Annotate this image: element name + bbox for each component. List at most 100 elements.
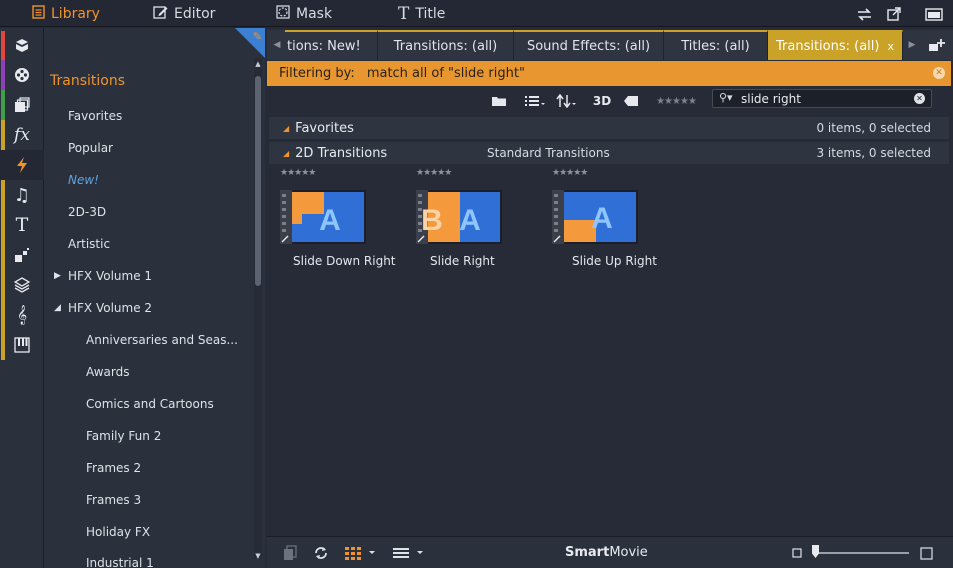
expand-arrow-icon[interactable]: ▶ (54, 271, 61, 281)
library-tab[interactable]: Library (32, 0, 100, 27)
sort-icon[interactable] (555, 92, 579, 110)
sidebar-item-new[interactable]: New! (68, 170, 99, 190)
mask-tab[interactable]: Mask (276, 0, 332, 27)
treble-clef-icon[interactable]: 𝄞 (0, 300, 44, 330)
library-browser: ◀ tions: New! Transitions: (all) Sound E… (267, 28, 953, 568)
tab-transitions-all[interactable]: Transitions: (all) (378, 30, 514, 60)
tab-label: tions: New! (287, 38, 361, 54)
section-2d-transitions[interactable]: ◢ 2D Transitions Standard Transitions 3 … (269, 142, 949, 164)
tab-label: Sound Effects: (all) (526, 38, 651, 54)
filter-text: match all of "slide right" (366, 66, 525, 81)
library-icon (32, 4, 45, 23)
music-note-icon[interactable]: ♫ (0, 180, 44, 210)
svg-text:A: A (319, 204, 341, 237)
sidebar-item-hfx-volume-1[interactable]: HFX Volume 1 (68, 266, 152, 286)
zoom-slider-track[interactable] (817, 552, 909, 554)
tab-label: Transitions: (all) (775, 38, 880, 54)
sidebar-item-artistic[interactable]: Artistic (68, 234, 110, 254)
piano-keys-icon[interactable] (0, 330, 44, 360)
add-tab-icon[interactable] (925, 30, 949, 60)
transitions-lightning-icon[interactable] (0, 150, 44, 180)
sidebar-scrollbar[interactable]: ▲ ▼ (254, 58, 262, 560)
scrollbar-thumb[interactable] (255, 76, 261, 286)
tab-label: Transitions: (all) (393, 38, 498, 54)
clear-filter-icon[interactable]: ✕ (933, 67, 945, 79)
sidebar-item-frames-2[interactable]: Frames 2 (86, 458, 141, 478)
item-rating-stars[interactable]: ★★★★★ (416, 168, 452, 178)
film-reel-icon[interactable] (0, 60, 44, 90)
top-menu-bar: Library Editor Mask T Title (0, 0, 953, 27)
item-rating-stars[interactable]: ★★★★★ (280, 168, 316, 178)
sidebar-item-frames-3[interactable]: Frames 3 (86, 490, 141, 510)
sidebar-item-industrial-1[interactable]: Industrial 1 (86, 553, 154, 568)
tab-close-icon[interactable]: x (887, 40, 894, 53)
category-rail: fx ♫ T 𝄞 (0, 28, 44, 568)
titles-t-icon[interactable]: T (0, 210, 44, 240)
rating-filter-stars[interactable]: ★★★★★ (651, 92, 701, 110)
layers-icon[interactable] (0, 270, 44, 300)
tab-new[interactable]: tions: New! (285, 30, 378, 60)
sidebar-item-hfx-volume-2[interactable]: HFX Volume 2 (68, 298, 152, 318)
copy-icon[interactable] (281, 544, 299, 562)
sidebar-item-popular[interactable]: Popular (68, 138, 113, 158)
mask-label: Mask (296, 5, 333, 22)
folder-icon[interactable] (489, 92, 509, 110)
sidebar-item-favorites[interactable]: Favorites (68, 106, 122, 126)
svg-text:B: B (421, 204, 443, 237)
app-window: Library Editor Mask T Title fx ♫ T 𝄞 ✎ T… (0, 0, 953, 568)
clear-search-icon[interactable]: ✕ (914, 93, 925, 104)
section-count: 0 items, 0 selected (816, 121, 931, 135)
sidebar-item-holiday-fx[interactable]: Holiday FX (86, 522, 150, 542)
editor-tab[interactable]: Editor (153, 0, 215, 27)
search-icon[interactable]: ⚲▾ (719, 91, 733, 104)
library-sidebar: ✎ Transitions Favorites Popular New! 2D-… (44, 28, 265, 568)
sidebar-item-anniversaries[interactable]: Anniversaries and Seas... (86, 330, 238, 350)
transition-item-slide-right[interactable]: ★★★★★ B A Slide Right (403, 168, 523, 278)
scroll-up-icon[interactable]: ▲ (254, 60, 262, 68)
title-t-icon: T (398, 3, 410, 24)
transition-item-slide-up-right[interactable]: ★★★★★ A Slide Up Right (539, 168, 659, 278)
tab-titles-all[interactable]: Titles: (all) (664, 30, 768, 60)
sidebar-item-awards[interactable]: Awards (86, 362, 129, 382)
tab-strip: ◀ tions: New! Transitions: (all) Sound E… (267, 30, 953, 60)
zoom-slider-thumb[interactable] (812, 545, 819, 558)
effects-fx-icon[interactable]: fx (0, 120, 44, 150)
window-icon[interactable] (923, 5, 945, 23)
sidebar-item-2d-3d[interactable]: 2D-3D (68, 202, 106, 222)
collections-icon[interactable] (0, 90, 44, 120)
project-box-icon[interactable] (0, 30, 44, 60)
search-input[interactable] (741, 91, 911, 106)
pin-icon[interactable]: ✎ (253, 30, 262, 43)
transition-item-slide-down-right[interactable]: ★★★★★ A Slide Down Right (267, 168, 396, 278)
smartmovie-button[interactable]: SmartMovie (565, 545, 648, 560)
filter-bar: Filtering by: match all of "slide right"… (267, 61, 951, 86)
smart-label: Smart (565, 545, 610, 560)
title-tab[interactable]: T Title (398, 0, 445, 27)
collapse-arrow-icon: ◢ (283, 123, 290, 133)
item-rating-stars[interactable]: ★★★★★ (552, 168, 588, 178)
tab-transitions-all-active[interactable]: Transitions: (all) x (768, 30, 903, 60)
swap-icon[interactable] (855, 5, 873, 23)
scroll-down-icon[interactable]: ▼ (254, 552, 262, 560)
export-icon[interactable] (885, 5, 903, 23)
grid-view-icon[interactable] (343, 544, 377, 562)
view-list-icon[interactable] (523, 92, 547, 110)
collapse-arrow-icon[interactable]: ◢ (54, 303, 61, 313)
details-view-icon[interactable] (391, 544, 425, 562)
tab-sound-effects-all[interactable]: Sound Effects: (all) (514, 30, 664, 60)
montage-icon[interactable] (0, 240, 44, 270)
zoom-in-icon[interactable] (918, 544, 934, 562)
refresh-icon[interactable] (311, 544, 331, 562)
transition-thumbnail: A (552, 190, 638, 244)
zoom-out-icon[interactable] (791, 544, 803, 562)
sidebar-item-family-fun-2[interactable]: Family Fun 2 (86, 426, 161, 446)
section-title: Favorites (295, 120, 354, 136)
3d-filter-button[interactable]: 3D (591, 92, 613, 110)
tag-icon[interactable] (621, 92, 641, 110)
tabs-scroll-left-icon[interactable]: ◀ (269, 30, 285, 60)
svg-text:A: A (591, 202, 613, 235)
mask-icon (276, 4, 290, 23)
sidebar-item-comics-and-cartoons[interactable]: Comics and Cartoons (86, 394, 214, 414)
tabs-scroll-right-icon[interactable]: ▶ (904, 30, 920, 60)
section-favorites[interactable]: ◢ Favorites 0 items, 0 selected (269, 117, 949, 139)
